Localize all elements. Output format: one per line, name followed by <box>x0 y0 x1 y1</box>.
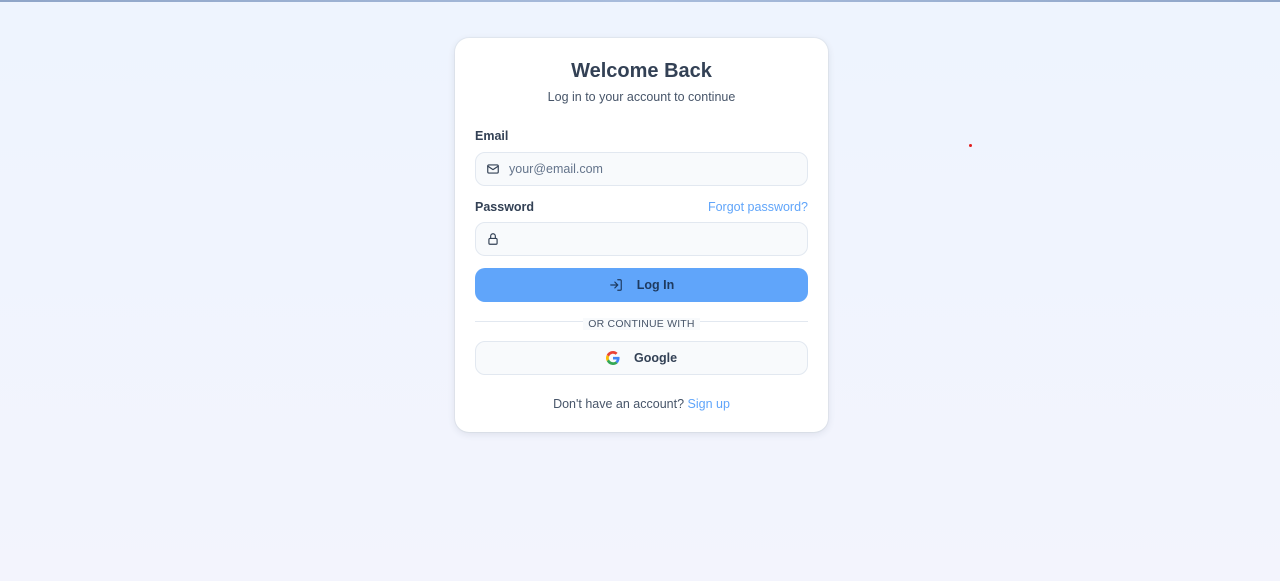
signup-row: Don't have an account? Sign up <box>455 397 828 411</box>
google-icon <box>605 351 620 365</box>
signup-link[interactable]: Sign up <box>688 397 730 411</box>
divider-text: OR CONTINUE WITH <box>583 318 700 330</box>
red-dot-marker <box>969 144 972 147</box>
password-label: Password <box>475 200 535 214</box>
page-subtitle: Log in to your account to continue <box>547 90 736 104</box>
forgot-password-link[interactable]: Forgot password? <box>708 200 808 214</box>
google-button-label: Google <box>633 351 678 365</box>
email-label: Email <box>475 129 509 143</box>
email-input[interactable] <box>509 153 799 185</box>
signup-prompt: Don't have an account? <box>553 397 685 411</box>
top-accent-bar <box>0 0 1280 2</box>
login-button[interactable]: Log In <box>475 268 808 302</box>
password-field[interactable] <box>475 222 808 256</box>
log-in-icon <box>609 279 622 291</box>
or-divider: OR CONTINUE WITH <box>475 314 808 330</box>
login-card: Welcome Back Log in to your account to c… <box>455 38 828 432</box>
page-title: Welcome Back <box>571 60 712 82</box>
email-field[interactable] <box>475 152 808 186</box>
lock-icon <box>488 233 498 245</box>
mail-icon <box>487 164 499 174</box>
google-login-button[interactable]: Google <box>475 341 808 375</box>
password-input[interactable] <box>509 223 799 255</box>
login-button-label: Log In <box>636 278 675 292</box>
